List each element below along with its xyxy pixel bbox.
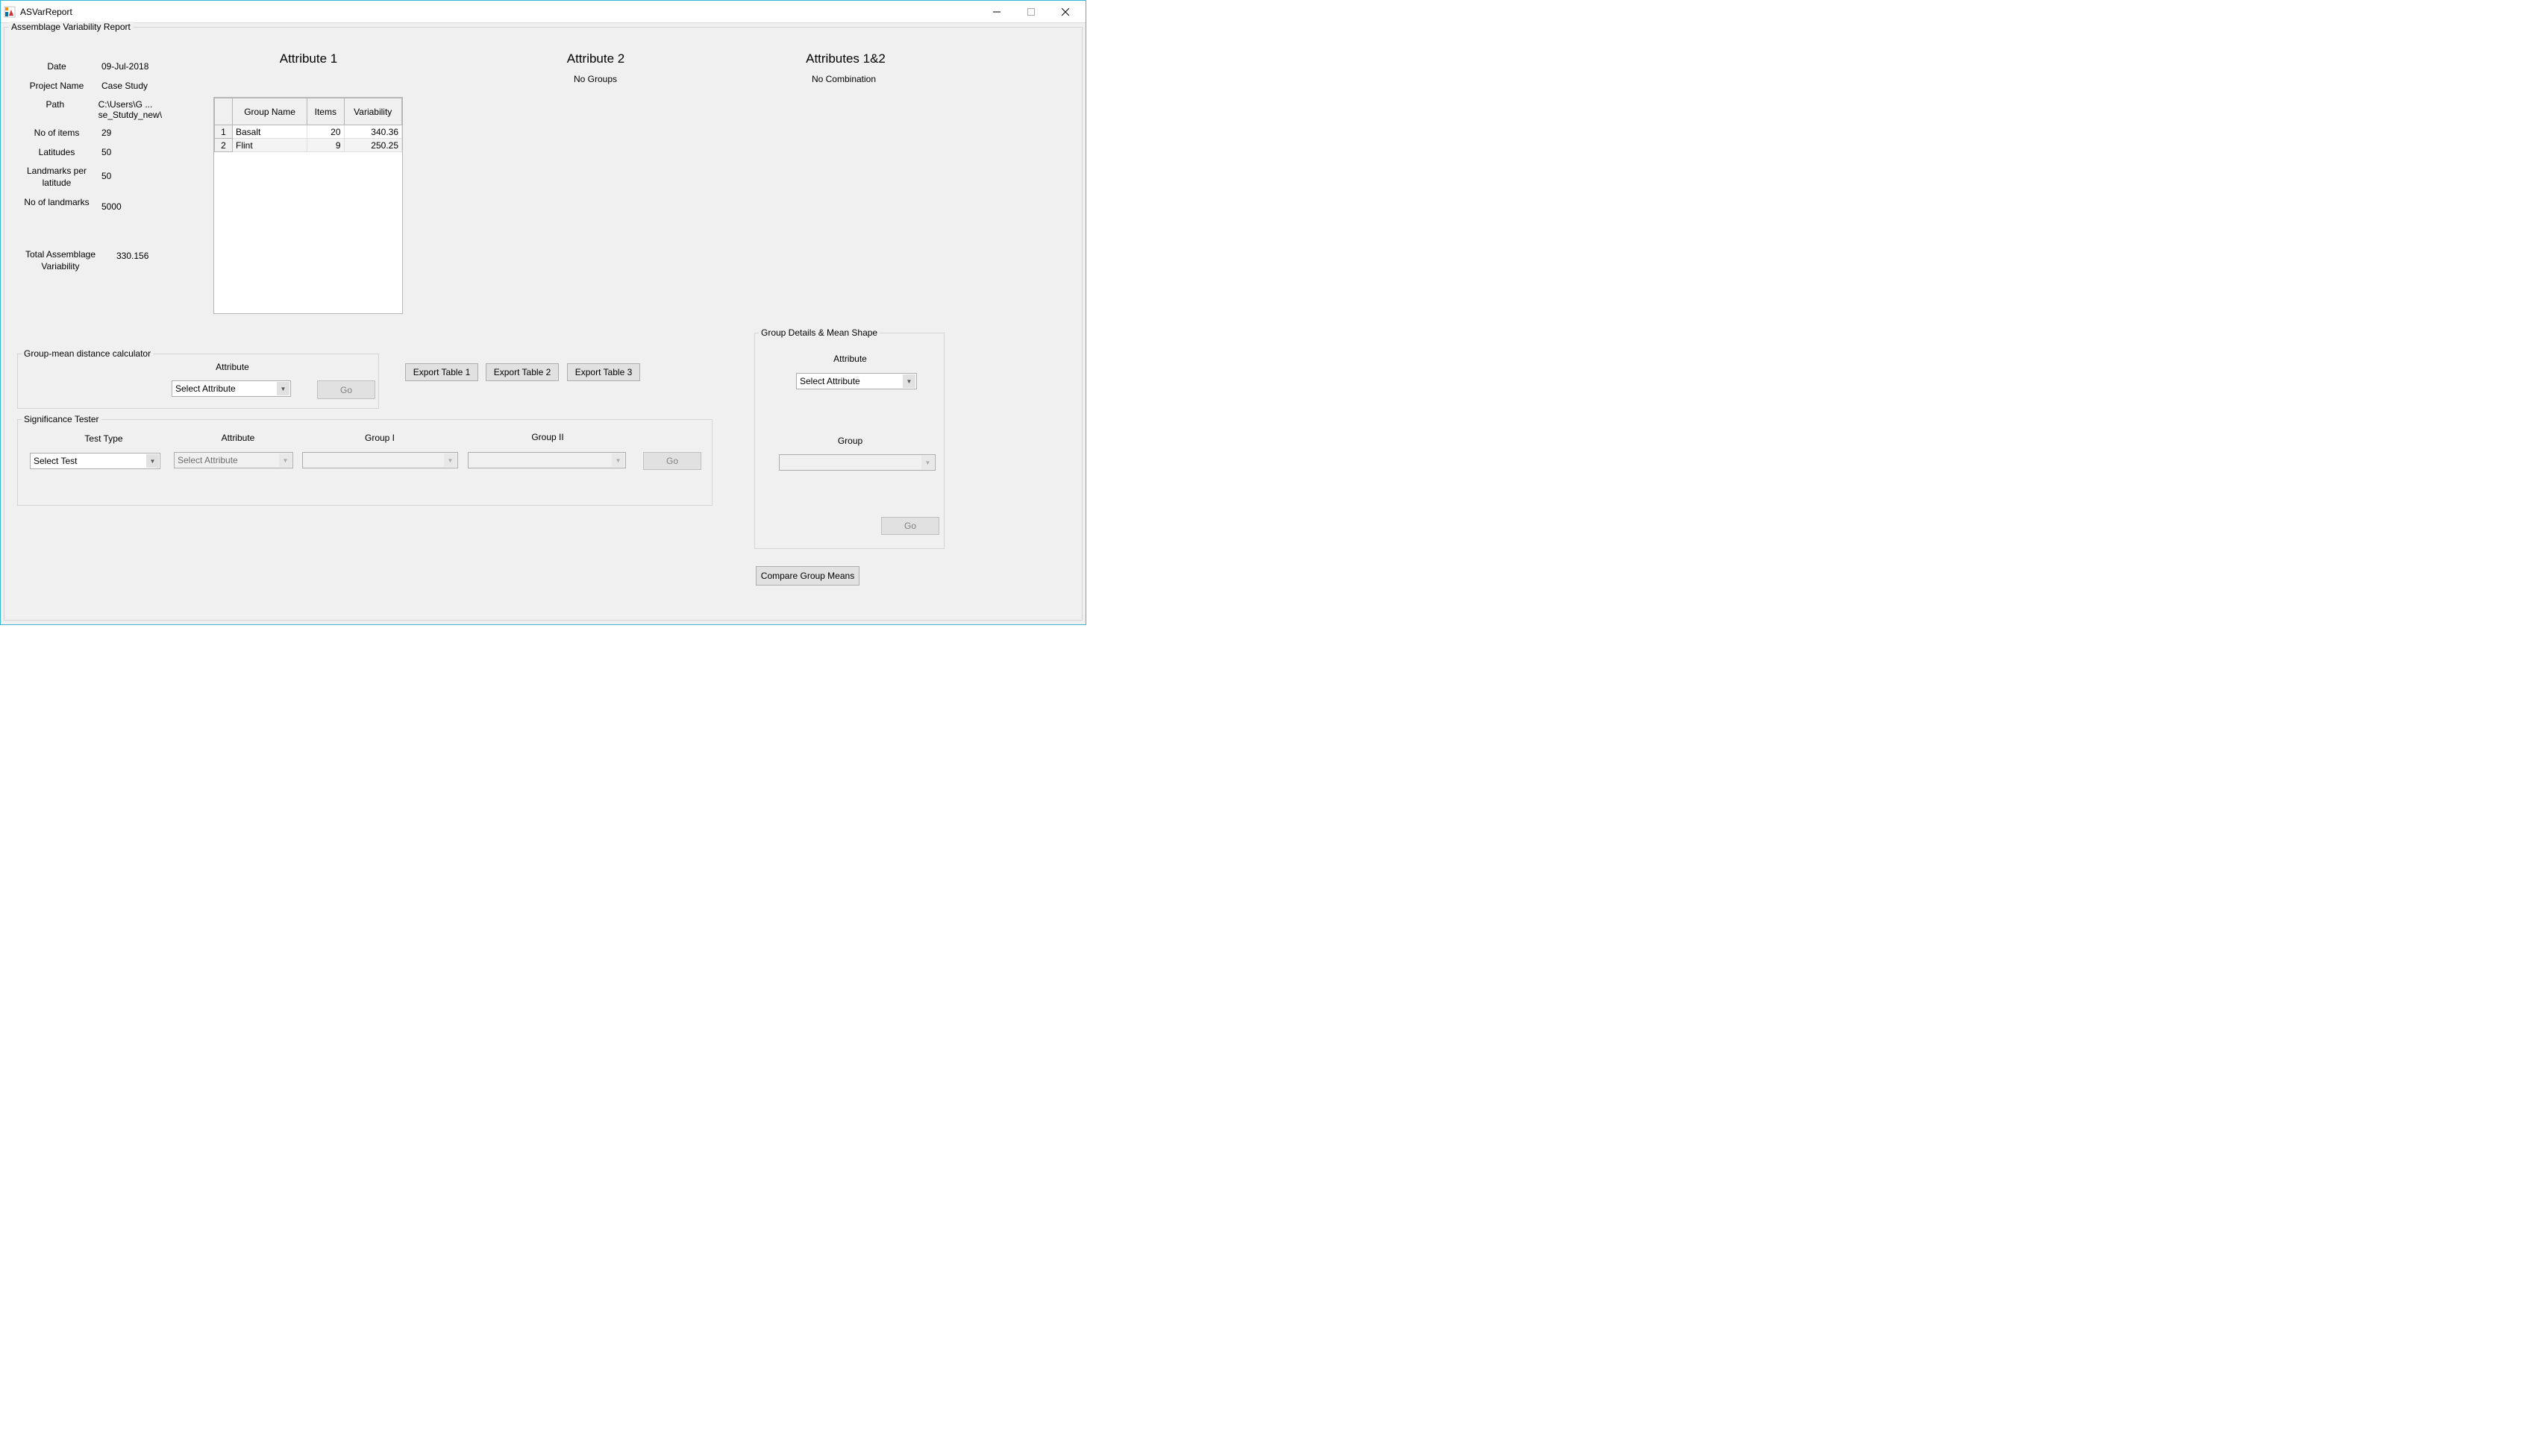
sig-tester-title: Significance Tester [22, 414, 101, 424]
sig-attribute-label: Attribute [204, 433, 272, 443]
group-details-box: Group Details & Mean Shape Attribute Sel… [754, 333, 945, 549]
project-label: Project Name [19, 81, 94, 92]
attributes12-subtext: No Combination [784, 74, 904, 84]
attributes12-heading: Attributes 1&2 [762, 51, 930, 66]
total-variability-value: 330.156 [116, 249, 148, 261]
export-table1-button[interactable]: Export Table 1 [405, 363, 478, 381]
date-label: Date [19, 61, 94, 73]
landmarks-label: No of landmarks [19, 197, 94, 209]
test-type-label: Test Type [70, 433, 137, 444]
app-icon [4, 6, 16, 18]
cell-variability[interactable]: 340.36 [344, 125, 402, 139]
items-label: No of items [19, 128, 94, 139]
attribute1-heading: Attribute 1 [225, 51, 392, 66]
chevron-down-icon: ▼ [921, 456, 934, 469]
gd-attribute-select[interactable]: Select Attribute ▼ [796, 373, 917, 389]
cell-items[interactable]: 9 [307, 139, 344, 152]
project-value: Case Study [101, 81, 148, 91]
gd-go-button[interactable]: Go [881, 517, 939, 535]
gd-attribute-label: Attribute [818, 354, 882, 364]
test-type-select[interactable]: Select Test ▼ [30, 453, 160, 469]
titlebar: ASVarReport [1, 1, 1086, 23]
content-area: Assemblage Variability Report Date 09-Ju… [1, 23, 1086, 624]
chevron-down-icon: ▼ [279, 454, 292, 467]
group1-select[interactable]: ▼ [302, 452, 458, 468]
cell-name[interactable]: Basalt [233, 125, 307, 139]
cell-variability[interactable]: 250.25 [344, 139, 402, 152]
group1-label: Group I [346, 433, 413, 443]
lpl-label: Landmarks per latitude [19, 166, 94, 189]
gd-group-label: Group [818, 436, 882, 446]
group2-label: Group II [514, 432, 581, 442]
significance-tester-box: Significance Tester Test Type Attribute … [17, 419, 713, 506]
close-button[interactable] [1048, 1, 1083, 23]
main-frame: Assemblage Variability Report Date 09-Ju… [4, 27, 1083, 621]
window-controls [980, 1, 1083, 23]
cell-items[interactable]: 20 [307, 125, 344, 139]
gm-go-button[interactable]: Go [317, 380, 375, 399]
chevron-down-icon: ▼ [444, 454, 457, 467]
chevron-down-icon: ▼ [612, 454, 624, 467]
sig-attribute-select[interactable]: Select Attribute ▼ [174, 452, 293, 468]
gd-attribute-select-text: Select Attribute [800, 376, 860, 386]
col-items[interactable]: Items [307, 98, 344, 125]
maximize-button[interactable] [1014, 1, 1048, 23]
row-index: 2 [215, 139, 233, 152]
items-value: 29 [101, 128, 111, 138]
gm-attribute-select[interactable]: Select Attribute ▼ [172, 380, 291, 397]
latitudes-value: 50 [101, 147, 111, 157]
attribute2-heading: Attribute 2 [512, 51, 680, 66]
metadata-block: Date 09-Jul-2018 Project Name Case Study… [19, 61, 213, 219]
test-type-select-text: Select Test [34, 456, 77, 466]
path-label: Path [19, 99, 91, 111]
main-frame-title: Assemblage Variability Report [8, 22, 134, 32]
export-table2-button[interactable]: Export Table 2 [486, 363, 559, 381]
latitudes-label: Latitudes [19, 147, 94, 159]
landmarks-value: 5000 [101, 197, 122, 212]
group-details-title: Group Details & Mean Shape [759, 327, 880, 338]
path-value: C:\Users\G ... se_Stutdy_new\ [98, 99, 213, 120]
total-variability-block: Total Assemblage Variability 330.156 [19, 249, 213, 272]
minimize-button[interactable] [980, 1, 1014, 23]
table-row[interactable]: 1 Basalt 20 340.36 [215, 125, 402, 139]
attribute1-table[interactable]: Group Name Items Variability 1 Basalt 20… [213, 97, 403, 314]
group-mean-title: Group-mean distance calculator [22, 348, 153, 359]
app-window: ASVarReport Assemblage Variability Repor… [0, 0, 1086, 625]
attribute2-subtext: No Groups [536, 74, 655, 84]
chevron-down-icon: ▼ [146, 454, 159, 468]
sig-go-button[interactable]: Go [643, 452, 701, 470]
group2-select[interactable]: ▼ [468, 452, 626, 468]
total-variability-label: Total Assemblage Variability [19, 249, 101, 272]
row-index: 1 [215, 125, 233, 139]
group-mean-distance-box: Group-mean distance calculator Attribute… [17, 354, 379, 409]
table-corner [215, 98, 233, 125]
table-row[interactable]: 2 Flint 9 250.25 [215, 139, 402, 152]
cell-name[interactable]: Flint [233, 139, 307, 152]
sig-attribute-select-text: Select Attribute [178, 455, 238, 465]
gd-group-select[interactable]: ▼ [779, 454, 936, 471]
chevron-down-icon: ▼ [277, 382, 289, 395]
gm-attribute-label: Attribute [201, 362, 264, 372]
chevron-down-icon: ▼ [903, 374, 915, 388]
col-variability[interactable]: Variability [344, 98, 402, 125]
gm-attribute-select-text: Select Attribute [175, 383, 236, 394]
lpl-value: 50 [101, 166, 111, 181]
export-table3-button[interactable]: Export Table 3 [567, 363, 640, 381]
window-title: ASVarReport [20, 7, 980, 17]
compare-group-means-button[interactable]: Compare Group Means [756, 566, 859, 586]
date-value: 09-Jul-2018 [101, 61, 148, 72]
col-group-name[interactable]: Group Name [233, 98, 307, 125]
